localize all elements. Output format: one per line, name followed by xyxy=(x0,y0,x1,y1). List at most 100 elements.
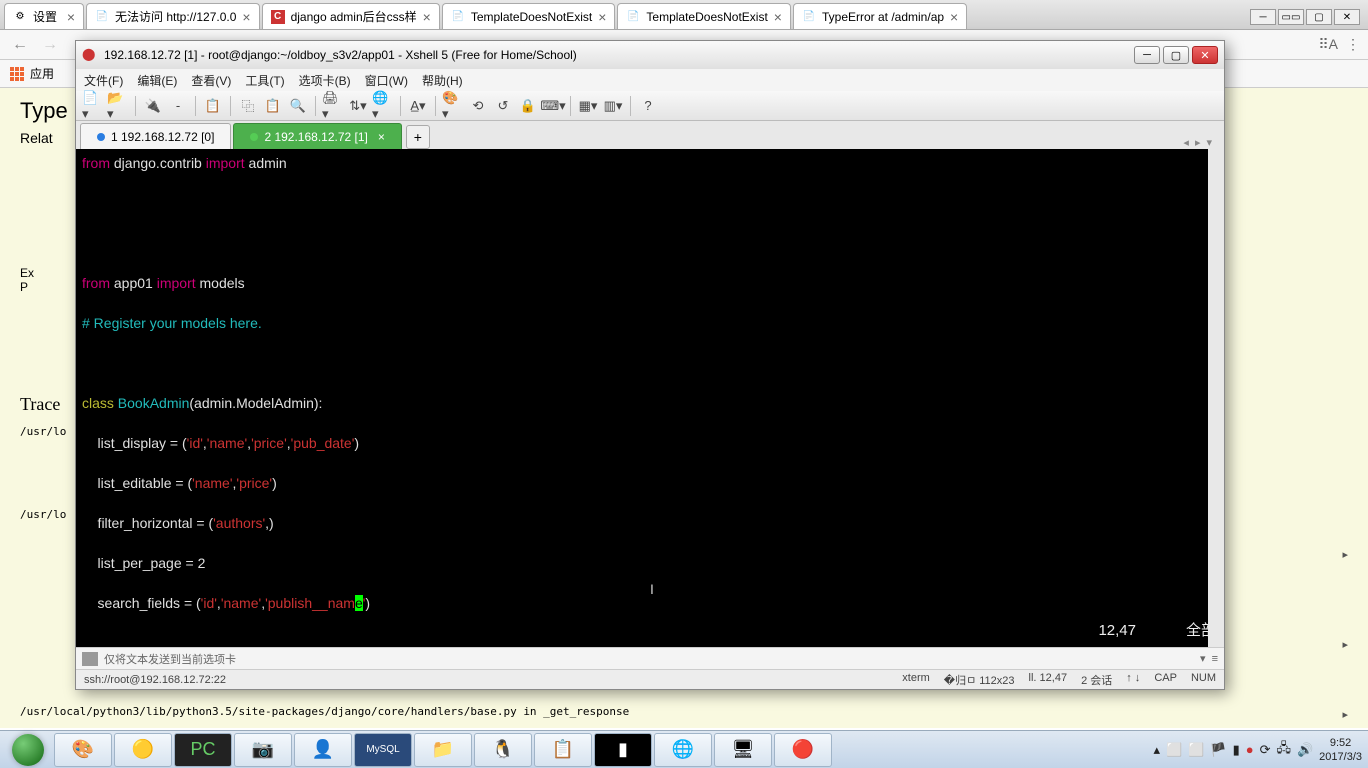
print-icon[interactable]: 🖨▾ xyxy=(322,95,344,117)
status-arrows-icon[interactable]: ↑ ↓ xyxy=(1126,672,1140,688)
task-mysql[interactable]: MySQL xyxy=(354,733,412,767)
help-icon[interactable]: ? xyxy=(637,95,659,117)
chrome-tab-tmpl2[interactable]: 📄TemplateDoesNotExist× xyxy=(617,3,791,29)
maximize-button[interactable]: ▢ xyxy=(1163,46,1189,64)
tile-icon[interactable]: ▥▾ xyxy=(602,95,624,117)
refresh-icon[interactable]: ↺ xyxy=(492,95,514,117)
reconnect-icon[interactable]: 🔌 xyxy=(142,95,164,117)
task-cmd[interactable]: ▮ xyxy=(594,733,652,767)
chrome-tab-typeerror[interactable]: 📄TypeError at /admin/ap× xyxy=(793,3,967,29)
tray-bar-icon[interactable]: ▮ xyxy=(1233,742,1240,758)
maximize-icon[interactable]: ▢ xyxy=(1306,9,1332,25)
copy-icon[interactable]: ⿻ xyxy=(237,95,259,117)
tray-up-icon[interactable]: ▴ xyxy=(1153,742,1160,758)
dropdown-icon[interactable]: ▾ xyxy=(1200,652,1206,665)
session-tab-0[interactable]: 1 192.168.12.72 [0] xyxy=(80,123,231,149)
list-icon[interactable]: ≡ xyxy=(1212,653,1218,665)
task-chrome[interactable]: 🟡 xyxy=(114,733,172,767)
back-button[interactable]: ← xyxy=(8,33,32,57)
close-icon[interactable]: ✕ xyxy=(1334,9,1360,25)
minimize-icon[interactable]: ─ xyxy=(1250,9,1276,25)
task-ie[interactable]: 🌐 xyxy=(654,733,712,767)
close-icon[interactable]: × xyxy=(768,9,782,25)
status-num: NUM xyxy=(1191,672,1216,688)
tray-sync-icon[interactable]: ⟳ xyxy=(1260,742,1271,758)
task-avatar[interactable]: 👤 xyxy=(294,733,352,767)
compose-bar: 仅将文本发送到当前选项卡 ▾ ≡ xyxy=(76,647,1224,669)
status-conn: ssh://root@192.168.12.72:22 xyxy=(84,674,226,686)
dualscreen-icon[interactable]: ▭▭ xyxy=(1278,9,1304,25)
tab-label: 无法访问 http://127.0.0 xyxy=(115,8,236,25)
minimize-button[interactable]: ─ xyxy=(1134,46,1160,64)
expand-toggle-icon[interactable]: ▸ xyxy=(1342,708,1348,721)
session-tab-1[interactable]: 2 192.168.12.72 [1]× xyxy=(233,123,401,149)
chrome-tab-tmpl1[interactable]: 📄TemplateDoesNotExist× xyxy=(442,3,616,29)
add-tab-button[interactable]: + xyxy=(406,125,430,149)
close-icon[interactable]: × xyxy=(417,9,431,25)
color-icon[interactable]: 🎨▾ xyxy=(442,95,464,117)
close-icon[interactable]: × xyxy=(378,130,385,144)
tab-next-icon[interactable]: ▸ xyxy=(1195,136,1201,149)
close-icon[interactable]: × xyxy=(592,9,606,25)
chrome-tab-settings[interactable]: ⚙设置× xyxy=(4,3,84,29)
tray-shield-icon[interactable]: ⬜ xyxy=(1188,742,1204,758)
task-qq[interactable]: 🐧 xyxy=(474,733,532,767)
terminal-viewport[interactable]: from django.contrib import admin from ap… xyxy=(76,149,1224,647)
translate-icon[interactable]: ⠿A xyxy=(1318,36,1338,53)
compose-icon[interactable] xyxy=(82,652,98,666)
lock-icon[interactable]: 🔒 xyxy=(517,95,539,117)
menu-tab[interactable]: 选项卡(B) xyxy=(299,72,351,89)
globe-icon[interactable]: 🌐▾ xyxy=(372,95,394,117)
properties-icon[interactable]: 📋 xyxy=(202,95,224,117)
task-notepad[interactable]: 📋 xyxy=(534,733,592,767)
layout-icon[interactable]: ▦▾ xyxy=(577,95,599,117)
tray-network-icon[interactable]: 🖧 xyxy=(1276,739,1291,761)
font-icon[interactable]: A̲▾ xyxy=(407,95,429,117)
menu-help[interactable]: 帮助(H) xyxy=(422,72,463,89)
task-recorder[interactable]: 🔴 xyxy=(774,733,832,767)
tray-clock[interactable]: 9:52 2017/3/3 xyxy=(1319,736,1362,764)
new-session-icon[interactable]: 📄▾ xyxy=(82,95,104,117)
tray-flag-icon[interactable]: 🏴 xyxy=(1210,742,1226,758)
close-icon[interactable]: × xyxy=(236,9,250,25)
close-button[interactable]: ✕ xyxy=(1192,46,1218,64)
close-icon[interactable]: × xyxy=(61,9,75,25)
code-line: list_editable = ('name','price') xyxy=(82,473,1218,493)
chrome-tab-127[interactable]: 📄无法访问 http://127.0.0× xyxy=(86,3,260,29)
task-vmware[interactable]: 🖥 xyxy=(714,733,772,767)
chrome-tab-django-css[interactable]: Cdjango admin后台css样× xyxy=(262,3,440,29)
terminal-scrollbar[interactable] xyxy=(1208,149,1224,647)
status-size: �归ㅁ 112x23 xyxy=(944,672,1015,688)
menu-edit[interactable]: 编辑(E) xyxy=(137,72,177,89)
menu-tools[interactable]: 工具(T) xyxy=(245,72,284,89)
start-button[interactable] xyxy=(2,732,54,768)
tray-rec-icon[interactable]: ● xyxy=(1246,742,1254,757)
expand-toggle-icon[interactable]: ▸ xyxy=(1342,548,1348,561)
menu-file[interactable]: 文件(F) xyxy=(84,72,123,89)
find-icon[interactable]: 🔍 xyxy=(287,95,309,117)
forward-button[interactable]: → xyxy=(38,33,62,57)
expand-toggle-icon[interactable]: ▸ xyxy=(1342,638,1348,651)
keyboard-icon[interactable]: ⌨▾ xyxy=(542,95,564,117)
apps-label[interactable]: 应用 xyxy=(30,65,54,82)
code-line: filter_horizontal = ('authors',) xyxy=(82,513,1218,533)
menu-view[interactable]: 查看(V) xyxy=(191,72,231,89)
disconnect-icon[interactable]: - xyxy=(167,95,189,117)
close-icon[interactable]: × xyxy=(944,9,958,25)
menu-window[interactable]: 窗口(W) xyxy=(365,72,408,89)
tray-app-icon[interactable]: ⬜ xyxy=(1166,742,1182,758)
task-explorer[interactable]: 📁 xyxy=(414,733,472,767)
task-pycharm[interactable]: PC xyxy=(174,733,232,767)
log-icon[interactable]: ⟲ xyxy=(467,95,489,117)
task-paint[interactable]: 🎨 xyxy=(54,733,112,767)
task-camera[interactable]: 📷 xyxy=(234,733,292,767)
apps-grid-icon[interactable] xyxy=(10,67,24,81)
open-folder-icon[interactable]: 📂▾ xyxy=(107,95,129,117)
menu-icon[interactable]: ⋮ xyxy=(1346,36,1360,53)
paste-icon[interactable]: 📋 xyxy=(262,95,284,117)
transfer-icon[interactable]: ⇅▾ xyxy=(347,95,369,117)
tab-prev-icon[interactable]: ◂ xyxy=(1183,136,1189,149)
tray-volume-icon[interactable]: 🔊 xyxy=(1297,742,1313,758)
xshell-titlebar[interactable]: ⬤ 192.168.12.72 [1] - root@django:~/oldb… xyxy=(76,41,1224,69)
tab-list-icon[interactable]: ▾ xyxy=(1206,136,1212,149)
